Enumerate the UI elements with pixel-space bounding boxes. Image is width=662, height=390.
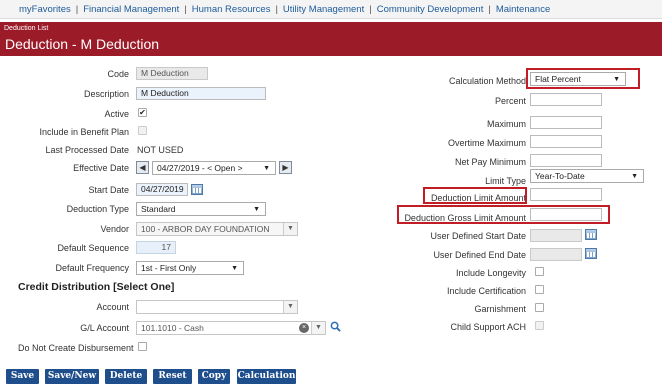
limit-type-select[interactable]: Year-To-Date ▼ (530, 169, 644, 183)
user-end-label: User Defined End Date (433, 250, 526, 260)
vendor-value: 100 - ARBOR DAY FOUNDATION (141, 224, 270, 234)
net-pay-min-field[interactable] (530, 154, 602, 167)
chevron-down-icon: ▼ (231, 265, 238, 272)
account-combo[interactable]: ▼ (136, 300, 298, 314)
chevron-down-icon[interactable]: ▼ (283, 301, 297, 313)
account-label: Account (96, 302, 129, 312)
description-field[interactable]: M Deduction (136, 87, 266, 100)
include-benefit-label: Include in Benefit Plan (39, 127, 129, 137)
no-disbursement-checkbox[interactable] (138, 342, 147, 351)
nav-separator: | (184, 3, 187, 15)
nav-utility-management[interactable]: Utility Management (283, 4, 364, 15)
deduction-type-value: Standard (141, 204, 176, 214)
vendor-label: Vendor (100, 224, 129, 234)
highlight-calc-method (526, 68, 640, 89)
calc-method-label: Calculation Method (448, 76, 526, 86)
nav-human-resources[interactable]: Human Resources (192, 4, 271, 15)
nav-separator: | (369, 3, 372, 15)
default-frequency-select[interactable]: 1st - First Only ▼ (136, 261, 244, 275)
start-date-field[interactable]: 04/27/2019 (136, 183, 188, 196)
include-longevity-checkbox[interactable] (535, 267, 544, 276)
code-label: Code (107, 69, 129, 79)
last-processed-value: NOT USED (137, 145, 184, 155)
chevron-down-icon: ▼ (253, 206, 260, 213)
include-cert-checkbox[interactable] (535, 285, 544, 294)
nav-maintenance[interactable]: Maintenance (496, 4, 550, 15)
effective-date-value: 04/27/2019 - < Open > (157, 163, 243, 173)
effective-date-select[interactable]: 04/27/2019 - < Open > ▼ (152, 161, 276, 175)
overtime-max-field[interactable] (530, 135, 602, 148)
ded-limit-field[interactable] (530, 188, 602, 201)
percent-field[interactable] (530, 93, 602, 106)
vendor-combo[interactable]: 100 - ARBOR DAY FOUNDATION ▼ (136, 222, 298, 236)
save-button[interactable]: Save (6, 369, 39, 384)
active-label: Active (104, 109, 129, 119)
nav-separator: | (275, 3, 278, 15)
maximum-field[interactable] (530, 116, 602, 129)
default-sequence-field[interactable]: 17 (136, 241, 176, 254)
garnishment-checkbox[interactable] (535, 303, 544, 312)
default-frequency-value: 1st - First Only (141, 263, 197, 273)
page-header: Deduction List Deduction - M Deduction (0, 22, 662, 56)
nav-financial-management[interactable]: Financial Management (83, 4, 179, 15)
prev-date-button[interactable]: ◀ (136, 161, 149, 174)
delete-button[interactable]: Delete (105, 369, 147, 384)
start-date-label: Start Date (88, 185, 129, 195)
effective-date-label: Effective Date (73, 163, 129, 173)
include-cert-label: Include Certification (446, 286, 526, 296)
page-title: Deduction - M Deduction (5, 36, 160, 52)
highlight-ded-limit (423, 187, 527, 204)
no-disbursement-label: Do Not Create Disbursement (18, 343, 134, 353)
reset-button[interactable]: Reset (153, 369, 192, 384)
top-nav: myFavorites | Financial Management | Hum… (0, 0, 662, 19)
active-checkbox[interactable]: ✔ (138, 108, 147, 117)
net-pay-min-label: Net Pay Minimum (454, 157, 526, 167)
calendar-icon[interactable] (585, 229, 597, 240)
default-sequence-label: Default Sequence (57, 243, 129, 253)
breadcrumb[interactable]: Deduction List (4, 25, 48, 32)
include-longevity-label: Include Longevity (455, 268, 526, 278)
chevron-right-icon: ▶ (282, 163, 289, 172)
gl-account-combo[interactable]: 101.1010 - Cash × ▼ (136, 321, 326, 335)
child-support-label: Child Support ACH (450, 322, 526, 332)
nav-separator: | (488, 3, 491, 15)
maximum-label: Maximum (486, 119, 526, 129)
description-label: Description (83, 89, 129, 99)
highlight-ded-gross-limit (397, 205, 610, 224)
clear-icon[interactable]: × (299, 323, 309, 333)
calendar-icon[interactable] (585, 248, 597, 259)
deduction-type-label: Deduction Type (66, 204, 129, 214)
default-frequency-label: Default Frequency (55, 263, 129, 273)
include-benefit-checkbox (138, 126, 147, 135)
percent-label: Percent (494, 96, 526, 106)
user-start-label: User Defined Start Date (430, 231, 526, 241)
nav-myfavorites[interactable]: myFavorites (19, 4, 71, 15)
copy-button[interactable]: Copy (198, 369, 230, 384)
calendar-icon[interactable] (191, 184, 203, 195)
nav-separator: | (75, 3, 79, 15)
nav-community-development[interactable]: Community Development (377, 4, 484, 15)
gl-account-label: G/L Account (80, 323, 129, 333)
user-end-field (530, 248, 582, 261)
chevron-down-icon[interactable]: ▼ (283, 223, 297, 235)
credit-distribution-title: Credit Distribution [Select One] (18, 281, 175, 293)
last-processed-label: Last Processed Date (45, 145, 129, 155)
limit-type-value: Year-To-Date (535, 171, 585, 181)
next-date-button[interactable]: ▶ (279, 161, 292, 174)
garnishment-label: Garnishment (474, 304, 526, 314)
child-support-checkbox (535, 321, 544, 330)
user-start-field (530, 229, 582, 242)
overtime-max-label: Overtime Maximum (447, 138, 526, 148)
chevron-down-icon: ▼ (263, 165, 270, 172)
deduction-type-select[interactable]: Standard ▼ (136, 202, 266, 216)
search-icon[interactable] (330, 321, 341, 332)
chevron-down-icon: ▼ (631, 173, 638, 180)
save-new-button[interactable]: Save/New (45, 369, 99, 384)
chevron-left-icon: ◀ (139, 163, 146, 172)
gl-account-value: 101.1010 - Cash (141, 323, 204, 333)
limit-type-label: Limit Type (485, 176, 526, 186)
chevron-down-icon[interactable]: ▼ (311, 322, 325, 334)
code-field: M Deduction (136, 67, 208, 80)
calculation-button[interactable]: Calculation (237, 369, 296, 384)
